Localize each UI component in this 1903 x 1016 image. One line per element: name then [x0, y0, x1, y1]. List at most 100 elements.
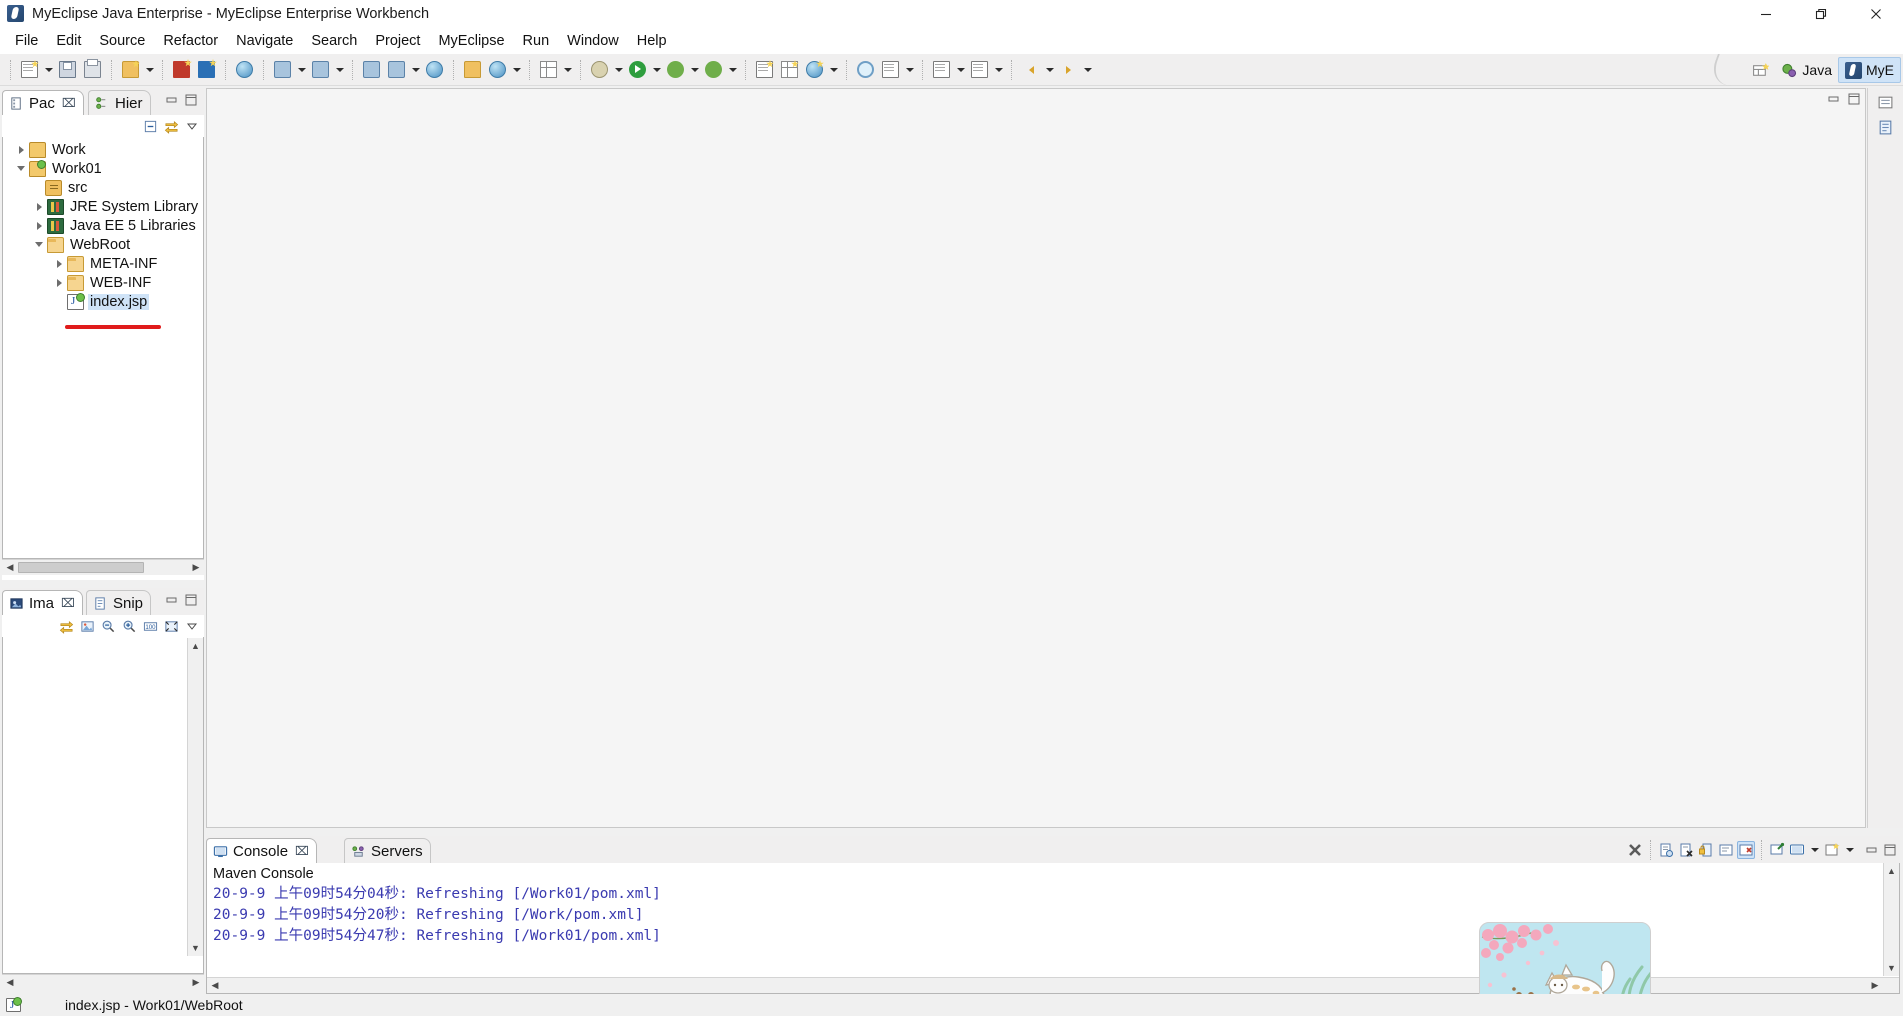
web-browser-icon[interactable]: [486, 58, 509, 81]
db-browser-icon[interactable]: [385, 58, 408, 81]
open-folder-icon[interactable]: [461, 58, 484, 81]
scroll-up-icon[interactable]: ▲: [188, 638, 204, 654]
web-globe-icon[interactable]: [423, 58, 446, 81]
menu-run[interactable]: Run: [514, 30, 559, 52]
package-explorer-hscrollbar[interactable]: ◀ ▶: [2, 559, 204, 575]
scroll-right-icon[interactable]: ▶: [188, 975, 204, 991]
run-icon[interactable]: [626, 58, 649, 81]
chevron-right-icon[interactable]: [51, 273, 67, 292]
new-package-icon[interactable]: [170, 58, 193, 81]
run-profile-dropdown-icon[interactable]: [726, 58, 739, 81]
tree-row-work[interactable]: Work: [3, 140, 203, 159]
scroll-down-icon[interactable]: ▼: [1884, 960, 1900, 976]
project-tree[interactable]: Work Work01 src JRE System Library Java …: [3, 137, 203, 558]
new-java-project-icon[interactable]: [753, 58, 776, 81]
image-viewer-vscrollbar[interactable]: ▲ ▼: [187, 638, 203, 956]
tab-console[interactable]: Console ⌧: [206, 838, 317, 863]
link-with-editor-icon[interactable]: [57, 617, 75, 635]
zoom-100-icon[interactable]: 100: [141, 617, 159, 635]
menu-navigate[interactable]: Navigate: [227, 30, 302, 52]
forward-icon[interactable]: [1057, 58, 1080, 81]
task-list-icon[interactable]: [1875, 116, 1897, 138]
close-button[interactable]: [1848, 0, 1903, 27]
zoom-in-icon[interactable]: [120, 617, 138, 635]
outline-view-icon[interactable]: [1875, 91, 1897, 113]
previous-annotation-icon[interactable]: [930, 58, 953, 81]
scroll-right-icon[interactable]: ▶: [188, 560, 204, 576]
server-icon[interactable]: [309, 58, 332, 81]
external-tools-dropdown-icon[interactable]: [612, 58, 625, 81]
scroll-left-icon[interactable]: ◀: [207, 978, 223, 994]
scroll-right-icon[interactable]: ▶: [1867, 978, 1883, 994]
clear-console-icon[interactable]: [1737, 840, 1755, 859]
deploy-dropdown-icon[interactable]: [295, 58, 308, 81]
new-class-icon[interactable]: [195, 58, 218, 81]
snapshot-icon[interactable]: [537, 58, 560, 81]
image-properties-icon[interactable]: [78, 617, 96, 635]
chevron-right-icon[interactable]: [51, 254, 67, 273]
scroll-lock-icon[interactable]: [1717, 841, 1735, 859]
chevron-down-icon[interactable]: [13, 159, 29, 178]
scroll-left-icon[interactable]: ◀: [2, 560, 18, 576]
maximize-icon[interactable]: [183, 592, 199, 608]
maximize-icon[interactable]: [1847, 92, 1861, 111]
menu-edit[interactable]: Edit: [47, 30, 90, 52]
tree-row-src[interactable]: src: [3, 178, 203, 197]
debug-icon[interactable]: [664, 58, 687, 81]
print-icon[interactable]: [81, 58, 104, 81]
menu-window[interactable]: Window: [558, 30, 628, 52]
scroll-up-icon[interactable]: ▲: [1884, 863, 1900, 879]
tab-package-explorer[interactable]: Pac ⌧: [2, 90, 84, 115]
minimize-button[interactable]: [1738, 0, 1793, 27]
remove-launch-icon[interactable]: [1657, 841, 1675, 859]
tab-servers[interactable]: Servers: [344, 838, 431, 863]
remove-all-terminated-icon[interactable]: [1677, 841, 1695, 859]
close-icon[interactable]: ⌧: [61, 596, 75, 610]
new-class-dropdown-icon[interactable]: [827, 58, 840, 81]
back-dropdown-icon[interactable]: [1043, 58, 1056, 81]
menu-project[interactable]: Project: [366, 30, 429, 52]
next-annotation-dropdown-icon[interactable]: [992, 58, 1005, 81]
lock-scroll-icon[interactable]: [1697, 841, 1715, 859]
run-dropdown-icon[interactable]: [650, 58, 663, 81]
display-selected-console-dropdown-icon[interactable]: [1808, 838, 1821, 861]
maximize-icon[interactable]: [183, 92, 199, 108]
new-class-wizard-icon[interactable]: [803, 58, 826, 81]
db-browser-dropdown-icon[interactable]: [409, 58, 422, 81]
link-with-editor-icon[interactable]: [162, 117, 180, 135]
new-wizard-icon[interactable]: [18, 58, 41, 81]
collapse-all-icon[interactable]: [141, 117, 159, 135]
console-vscrollbar[interactable]: ▲ ▼: [1883, 863, 1899, 976]
tree-row-jre-system-library[interactable]: JRE System Library: [3, 197, 203, 216]
pin-console-icon[interactable]: [1768, 841, 1786, 859]
view-menu-icon[interactable]: [183, 617, 201, 635]
fit-to-window-icon[interactable]: [162, 617, 180, 635]
minimize-icon[interactable]: [1864, 842, 1880, 858]
debug-dropdown-icon[interactable]: [688, 58, 701, 81]
save-icon[interactable]: [56, 58, 79, 81]
menu-search[interactable]: Search: [302, 30, 366, 52]
server-dropdown-icon[interactable]: [333, 58, 346, 81]
new-wizard-dropdown-icon[interactable]: [42, 58, 55, 81]
display-selected-console-icon[interactable]: [1788, 841, 1806, 859]
tree-row-java-ee-5-libraries[interactable]: Java EE 5 Libraries: [3, 216, 203, 235]
new-project-icon[interactable]: [119, 58, 142, 81]
scroll-left-icon[interactable]: ◀: [2, 975, 18, 991]
new-project-dropdown-icon[interactable]: [143, 58, 156, 81]
next-annotation-icon[interactable]: [968, 58, 991, 81]
hscroll-thumb[interactable]: [18, 562, 144, 573]
minimize-icon[interactable]: [164, 592, 180, 608]
forward-dropdown-icon[interactable]: [1081, 58, 1094, 81]
perspective-java[interactable]: Java: [1775, 57, 1838, 83]
image-viewer-canvas[interactable]: [2, 637, 204, 974]
tree-row-work01[interactable]: Work01: [3, 159, 203, 178]
perspective-myeclipse[interactable]: MyE: [1838, 57, 1901, 83]
chevron-right-icon[interactable]: [31, 216, 47, 235]
snapshot-dropdown-icon[interactable]: [561, 58, 574, 81]
close-icon[interactable]: ⌧: [295, 844, 309, 858]
deploy-icon[interactable]: [271, 58, 294, 81]
zoom-out-icon[interactable]: [99, 617, 117, 635]
database-explorer-icon[interactable]: [360, 58, 383, 81]
open-type-icon[interactable]: [233, 58, 256, 81]
package-explorer-tree-container[interactable]: Work Work01 src JRE System Library Java …: [2, 137, 204, 559]
